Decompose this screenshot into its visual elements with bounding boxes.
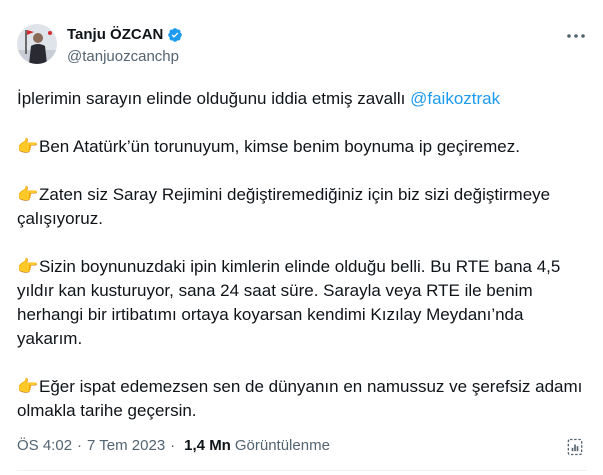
pointing-right-icon: 👉 [17, 377, 39, 396]
pointing-right-icon: 👉 [17, 185, 39, 204]
meta-separator: · [170, 437, 176, 454]
tweet-point: 👉Sizin boynunuzdaki ipin kimlerin elinde… [17, 255, 587, 351]
tweet-text: İplerimin sarayın elinde olduğunu iddia … [17, 87, 587, 447]
point-text: Sizin boynunuzdaki ipin kimlerin elinde … [17, 257, 561, 348]
author-name-row[interactable]: Tanju ÖZCAN [67, 26, 183, 43]
views-count: 1,4 Mn [184, 437, 231, 454]
views-label: Görüntülenme [234, 437, 330, 454]
pointing-right-icon: 👉 [17, 137, 39, 156]
point-text: Eğer ispat edemezsen sen de dünyanın en … [17, 377, 583, 420]
tweet-point: 👉Eğer ispat edemezsen sen de dünyanın en… [17, 375, 587, 423]
meta-separator: · [77, 437, 83, 454]
more-options-icon[interactable] [564, 28, 588, 44]
post-time[interactable]: ÖS 4:02 [17, 437, 72, 454]
pointing-right-icon: 👉 [17, 257, 39, 276]
verified-badge-icon [168, 27, 183, 42]
tweet-point: 👉Zaten siz Saray Rejimini değiştiremediğ… [17, 183, 587, 231]
post-date[interactable]: 7 Tem 2023 [87, 437, 165, 454]
tweet-card: Tanju ÖZCAN @tanjuozcanchp İplerimin sar… [0, 0, 603, 475]
tweet-meta: ÖS 4:02 · 7 Tem 2023 · 1,4 Mn Görüntülen… [17, 437, 330, 454]
author-avatar[interactable] [17, 24, 57, 64]
intro-text: İplerimin sarayın elinde olduğunu iddia … [17, 89, 406, 108]
avatar-image [17, 24, 57, 64]
mention-link[interactable]: @faikoztrak [410, 89, 500, 108]
tweet-point: 👉Ben Atatürk’ün torunuyum, kimse benim b… [17, 135, 587, 159]
author-name[interactable]: Tanju ÖZCAN [67, 26, 163, 43]
point-text: Zaten siz Saray Rejimini değiştiremediği… [17, 185, 551, 228]
tweet-intro: İplerimin sarayın elinde olduğunu iddia … [17, 87, 587, 111]
author-handle[interactable]: @tanjuozcanchp [67, 48, 179, 65]
post-analytics-icon[interactable] [565, 437, 585, 457]
bottom-divider [17, 470, 587, 471]
point-text: Ben Atatürk’ün torunuyum, kimse benim bo… [39, 137, 520, 156]
